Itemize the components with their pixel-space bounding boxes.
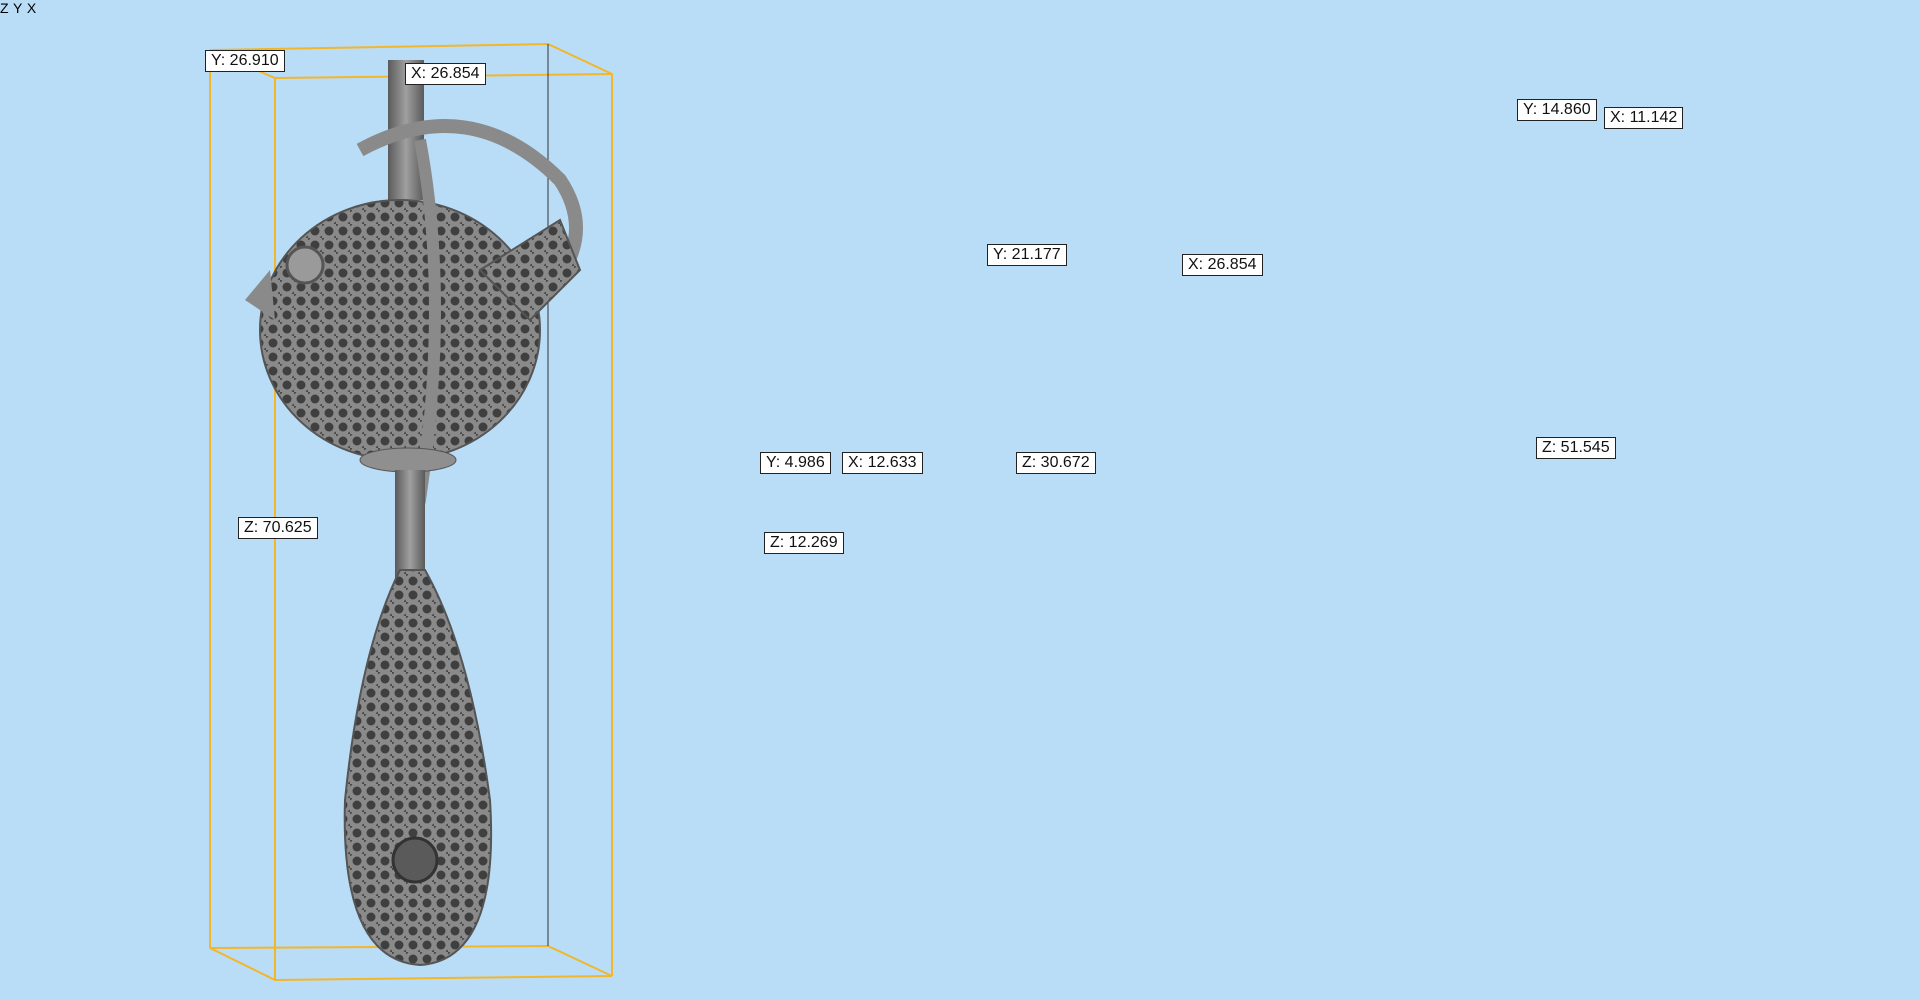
3d-viewport[interactable]: Z Y X Y: 26.910 X: 26.854 Z: 70.625 Y: 4… (0, 0, 1920, 1000)
dimension-x-label: X: 26.854 (405, 63, 486, 85)
dimension-x-label: X: 11.142 (1604, 107, 1684, 129)
dimension-x-label: X: 12.633 (842, 452, 923, 474)
dimension-z-label: Z: 51.545 (1536, 437, 1616, 459)
dimension-y-label: Y: 4.986 (760, 452, 831, 474)
dimension-y-label: Y: 26.910 (205, 50, 285, 72)
dimension-y-label: Y: 21.177 (987, 244, 1067, 266)
model-mesh (245, 60, 583, 967)
dimension-z-label: Z: 70.625 (238, 517, 318, 539)
dimension-y-label: Y: 14.860 (1517, 99, 1597, 121)
dimension-z-label: Z: 30.672 (1016, 452, 1096, 474)
model-bird-pendant-large[interactable] (209, 42, 613, 982)
dimension-x-label: X: 26.854 (1182, 254, 1263, 276)
scene-canvas[interactable] (0, 0, 1920, 1000)
dimension-z-label: Z: 12.269 (764, 532, 844, 554)
